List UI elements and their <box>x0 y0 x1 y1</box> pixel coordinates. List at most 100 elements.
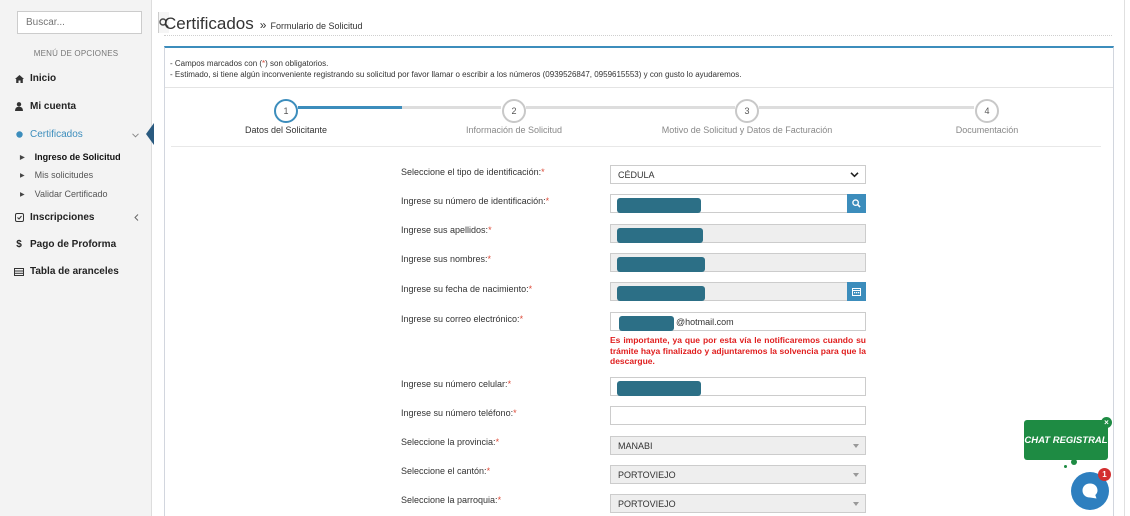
canton-value: PORTOVIEJO <box>618 469 676 480</box>
redacted-value <box>617 286 705 301</box>
circle-icon <box>14 131 24 138</box>
step-connector-1b <box>402 106 501 109</box>
id-number-label: Ingrese su número de identificación:* <box>401 196 550 206</box>
steps-divider <box>171 146 1101 147</box>
table-icon <box>14 267 24 276</box>
email-domain: @hotmail.com <box>676 316 734 327</box>
parish-label: Seleccione la parroquia:* <box>401 495 502 505</box>
chat-registral-button[interactable]: CHAT REGISTRAL <box>1024 420 1108 460</box>
redacted-value <box>619 316 674 331</box>
required-note: - Campos marcados con (*) son obligatori… <box>170 59 329 68</box>
step-1-label: Datos del Solicitante <box>244 125 328 135</box>
surnames-input[interactable] <box>610 224 866 243</box>
dollar-icon: $ <box>16 239 22 250</box>
redacted-value <box>617 228 703 243</box>
user-icon <box>14 102 24 111</box>
caret-right-icon: ▶ <box>20 172 25 179</box>
birthdate-label: Ingrese su fecha de nacimiento:* <box>401 284 533 294</box>
step-2-circle[interactable]: 2 <box>502 99 526 123</box>
sidebar-subitem-mis-solicitudes[interactable]: ▶ Mis solicitudes <box>20 170 93 180</box>
chevron-left-icon <box>134 213 139 224</box>
step-3-circle[interactable]: 3 <box>735 99 759 123</box>
names-input[interactable] <box>610 253 866 272</box>
sidebar-subitem-label: Validar Certificado <box>34 189 108 199</box>
chat-bubble-dot-small <box>1064 465 1067 468</box>
sidebar-search <box>17 11 169 34</box>
sidebar-item-label: Tabla de aranceles <box>30 266 119 277</box>
redacted-value <box>617 257 705 272</box>
breadcrumb-separator: » <box>259 18 267 32</box>
names-label: Ingrese sus nombres:* <box>401 254 492 264</box>
chat-close-button[interactable]: × <box>1101 417 1112 428</box>
calendar-icon <box>852 288 861 296</box>
step-3-label: Motivo de Solicitud y Datos de Facturaci… <box>661 125 833 135</box>
caret-down-icon <box>853 473 859 477</box>
sidebar-item-inscripciones[interactable]: Inscripciones <box>14 212 139 223</box>
sidebar-item-label: Inicio <box>30 73 57 84</box>
register-icon <box>14 213 24 222</box>
email-label: Ingrese su correo electrónico:* <box>401 314 524 324</box>
sidebar-item-label: Certificados <box>30 129 83 140</box>
province-value: MANABI <box>618 440 653 451</box>
chat-label: CHAT REGISTRAL <box>1024 434 1108 446</box>
form-notes: - Campos marcados con (*) son obligatori… <box>170 58 741 80</box>
canton-select[interactable]: PORTOVIEJO <box>610 465 866 484</box>
sidebar-item-pago-proforma[interactable]: $ Pago de Proforma <box>14 239 116 250</box>
step-1-circle[interactable]: 1 <box>274 99 298 123</box>
notification-badge: 1 <box>1098 468 1111 481</box>
caret-down-icon <box>853 502 859 506</box>
sidebar-item-label: Inscripciones <box>30 212 95 223</box>
id-number-input[interactable] <box>610 194 866 213</box>
sidebar-subitem-label: Ingreso de Solicitud <box>34 152 121 162</box>
breadcrumb: Formulario de Solicitud <box>270 21 363 31</box>
notes-divider <box>165 87 1113 88</box>
sidebar-item-tabla-aranceles[interactable]: Tabla de aranceles <box>14 266 119 277</box>
birthdate-input[interactable] <box>610 282 866 301</box>
sidebar-subitem-ingreso[interactable]: ▶ Ingreso de Solicitud <box>20 152 121 162</box>
canton-label: Seleccione el cantón:* <box>401 466 491 476</box>
sidebar-subitem-validar[interactable]: ▶ Validar Certificado <box>20 189 108 199</box>
page-title-text: Certificados <box>164 14 254 33</box>
chat-icon <box>1082 483 1098 499</box>
help-note: - Estimado, si tiene algún inconveniente… <box>170 70 742 79</box>
id-type-label: Seleccione el tipo de identificación:* <box>401 167 545 177</box>
sidebar: MENÚ DE OPCIONES Inicio Mi cuenta Certif… <box>0 0 169 516</box>
parish-select[interactable]: PORTOVIEJO <box>610 494 866 513</box>
caret-right-icon: ▶ <box>20 154 25 161</box>
step-connector-2 <box>526 106 735 109</box>
province-select[interactable]: MANABI <box>610 436 866 455</box>
surnames-label: Ingrese sus apellidos:* <box>401 225 492 235</box>
sidebar-item-certificados[interactable]: Certificados <box>14 129 139 140</box>
email-input[interactable]: @hotmail.com <box>610 312 866 331</box>
step-connector-1 <box>298 106 402 109</box>
id-type-value: CÉDULA <box>618 169 655 180</box>
header-divider <box>164 35 1112 36</box>
phone-input[interactable] <box>610 406 866 425</box>
redacted-value <box>617 381 701 396</box>
search-icon <box>852 199 861 208</box>
province-label: Seleccione la provincia:* <box>401 437 500 447</box>
step-connector-3 <box>759 106 974 109</box>
id-type-select[interactable]: CÉDULA <box>610 165 866 184</box>
parish-value: PORTOVIEJO <box>618 498 676 509</box>
chat-bubble-dot <box>1071 459 1077 465</box>
chevron-down-icon <box>850 170 859 181</box>
chevron-down-icon <box>132 130 139 141</box>
id-search-button[interactable] <box>847 194 866 213</box>
step-2-label: Información de Solicitud <box>465 125 563 135</box>
mobile-input[interactable] <box>610 377 866 396</box>
phone-label: Ingrese su número teléfono:* <box>401 408 517 418</box>
sidebar-item-mi-cuenta[interactable]: Mi cuenta <box>14 101 76 112</box>
mobile-label: Ingrese su número celular:* <box>401 379 512 389</box>
menu-title: MENÚ DE OPCIONES <box>33 49 119 58</box>
active-indicator <box>146 123 154 145</box>
sidebar-item-inicio[interactable]: Inicio <box>14 73 56 84</box>
calendar-button[interactable] <box>847 282 866 301</box>
scrollbar-line <box>1124 0 1125 516</box>
step-4-circle[interactable]: 4 <box>975 99 999 123</box>
sidebar-subitem-label: Mis solicitudes <box>34 170 94 180</box>
page-title: Certificados » Formulario de Solicitud <box>164 14 363 34</box>
search-input[interactable] <box>18 12 158 33</box>
caret-right-icon: ▶ <box>20 191 25 198</box>
sidebar-item-label: Mi cuenta <box>30 101 77 112</box>
